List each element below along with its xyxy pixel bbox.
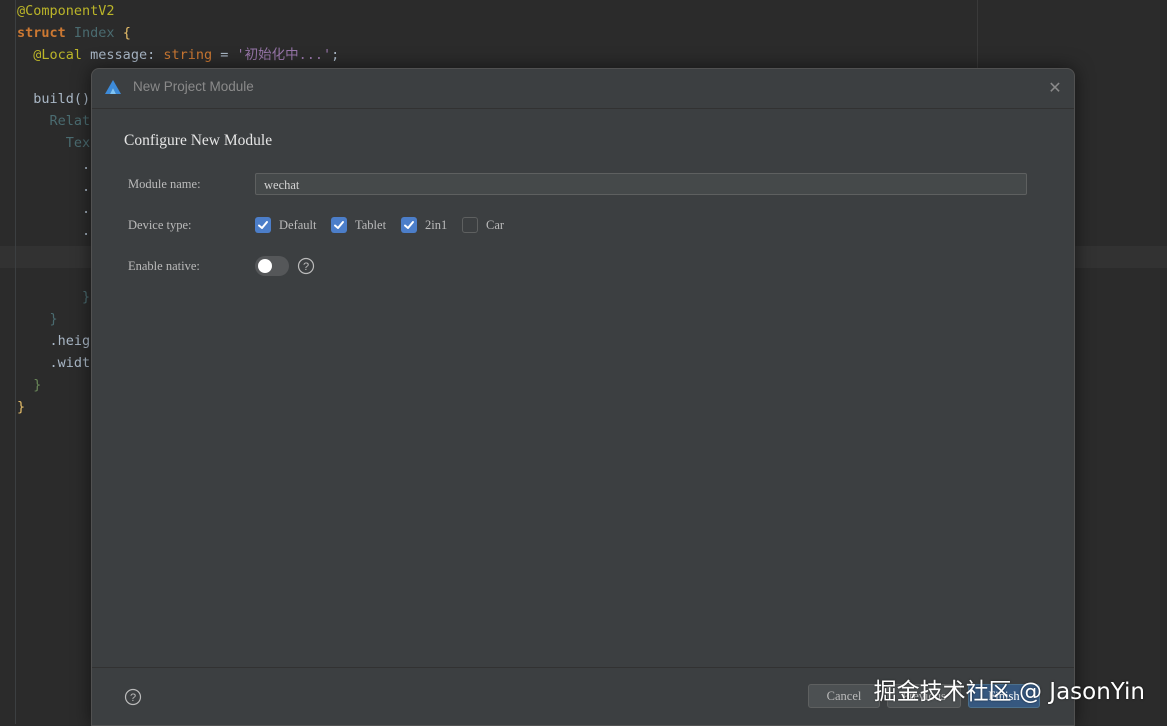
code-token: @ComponentV2 — [17, 3, 115, 19]
new-project-module-dialog: New Project Module ✕ Configure New Modul… — [91, 68, 1075, 726]
checkmark-icon — [258, 221, 268, 229]
code-token: } — [17, 311, 58, 327]
checkmark-icon — [334, 221, 344, 229]
code-token: } — [17, 377, 42, 393]
code-token: } — [17, 289, 91, 305]
help-icon[interactable]: ? — [297, 257, 315, 275]
device-checkbox-tablet[interactable]: Tablet — [331, 216, 386, 234]
close-button[interactable]: ✕ — [1046, 79, 1064, 97]
svg-text:?: ? — [303, 261, 309, 273]
device-checkbox-default[interactable]: Default — [255, 216, 316, 234]
deveco-logo-icon — [105, 80, 121, 94]
device-type-label: Device type: — [128, 218, 192, 232]
gutter-separator — [15, 0, 16, 724]
checkbox-box[interactable] — [255, 217, 271, 233]
code-line[interactable]: @ComponentV2 — [17, 0, 339, 22]
code-token: '初始化中...' — [236, 47, 332, 63]
help-icon[interactable]: ? — [124, 688, 142, 706]
code-token: } — [17, 399, 26, 415]
enable-native-toggle[interactable] — [255, 256, 289, 276]
code-token: . — [17, 201, 91, 217]
code-token: Text — [17, 135, 99, 151]
toggle-knob — [258, 259, 272, 273]
code-token: Index — [73, 25, 115, 41]
code-token: . — [17, 157, 91, 173]
device-checkbox-2in1[interactable]: 2in1 — [401, 216, 447, 234]
checkbox-label: Tablet — [355, 217, 387, 232]
code-line[interactable]: @Local message: string = '初始化中...'; — [17, 44, 339, 66]
watermark: 掘金技术社区 @ JasonYin — [873, 679, 1145, 705]
code-token: build() — [17, 91, 91, 107]
checkmark-icon — [404, 221, 414, 229]
checkbox-label: 2in1 — [425, 217, 448, 232]
checkbox-box[interactable] — [331, 217, 347, 233]
svg-text:?: ? — [130, 692, 136, 704]
page-heading: Configure New Module — [124, 132, 273, 149]
device-checkbox-car[interactable]: Car — [462, 216, 504, 234]
code-token: = — [212, 47, 237, 63]
code-token: struct — [17, 25, 66, 41]
code-token: @Local — [33, 47, 83, 63]
checkbox-label: Car — [486, 217, 505, 232]
module-name-label: Module name: — [128, 177, 201, 191]
code-token: . — [17, 179, 91, 195]
code-token: Relati — [17, 113, 99, 129]
checkbox-box[interactable] — [462, 217, 478, 233]
code-token: .widt — [17, 355, 91, 371]
code-token: ; — [331, 47, 340, 63]
code-line[interactable]: struct Index { — [17, 22, 339, 44]
module-name-input[interactable]: wechat — [255, 173, 1027, 195]
code-token: message: — [82, 47, 164, 63]
cancel-button[interactable]: Cancel — [808, 684, 880, 708]
enable-native-label: Enable native: — [128, 259, 200, 273]
code-token: .heig — [17, 333, 91, 349]
checkbox-box[interactable] — [401, 217, 417, 233]
code-token: { — [114, 25, 131, 41]
dialog-titlebar[interactable]: New Project Module ✕ — [92, 69, 1074, 109]
dialog-title: New Project Module — [133, 79, 254, 94]
checkbox-label: Default — [279, 217, 317, 232]
code-token: string — [163, 47, 213, 63]
code-token: . — [17, 223, 91, 239]
close-icon: ✕ — [1048, 78, 1062, 97]
